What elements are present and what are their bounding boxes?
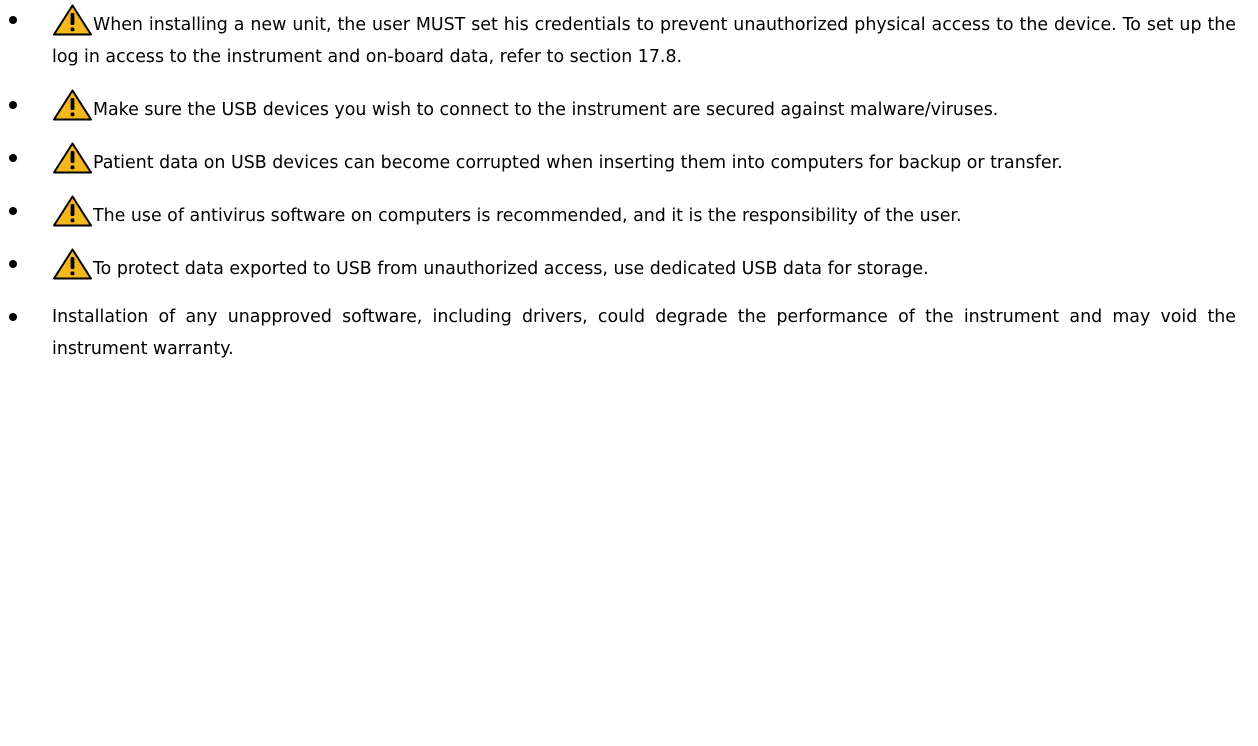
list-item: Make sure the USB devices you wish to co…: [0, 89, 1258, 126]
bullet-dot: [9, 101, 17, 109]
warning-triangle-icon: [52, 142, 93, 174]
warning-triangle-icon: [52, 89, 93, 121]
bullet-dot: [9, 16, 17, 24]
warning-triangle-icon: [52, 4, 93, 36]
warning-triangle-icon: [52, 195, 93, 227]
list-item-text: When installing a new unit, the user MUS…: [52, 15, 1236, 67]
warning-bullet-list: When installing a new unit, the user MUS…: [0, 4, 1258, 381]
list-item: The use of antivirus software on compute…: [0, 195, 1258, 232]
list-item: To protect data exported to USB from una…: [0, 248, 1258, 285]
warning-triangle-icon: [52, 248, 93, 280]
list-item: Patient data on USB devices can become c…: [0, 142, 1258, 179]
list-item: When installing a new unit, the user MUS…: [0, 4, 1258, 73]
list-item-text: The use of antivirus software on compute…: [93, 206, 962, 226]
bullet-dot: [9, 313, 17, 321]
list-item-text: To protect data exported to USB from una…: [93, 259, 929, 279]
bullet-dot: [9, 260, 17, 268]
bullet-dot: [9, 207, 17, 215]
list-item-text: Patient data on USB devices can become c…: [93, 153, 1063, 173]
list-item-text: Make sure the USB devices you wish to co…: [93, 100, 999, 120]
document-page: When installing a new unit, the user MUS…: [0, 0, 1258, 746]
list-item-text: Installation of any unapproved software,…: [52, 307, 1236, 359]
list-item: Installation of any unapproved software,…: [0, 301, 1258, 365]
bullet-dot: [9, 154, 17, 162]
